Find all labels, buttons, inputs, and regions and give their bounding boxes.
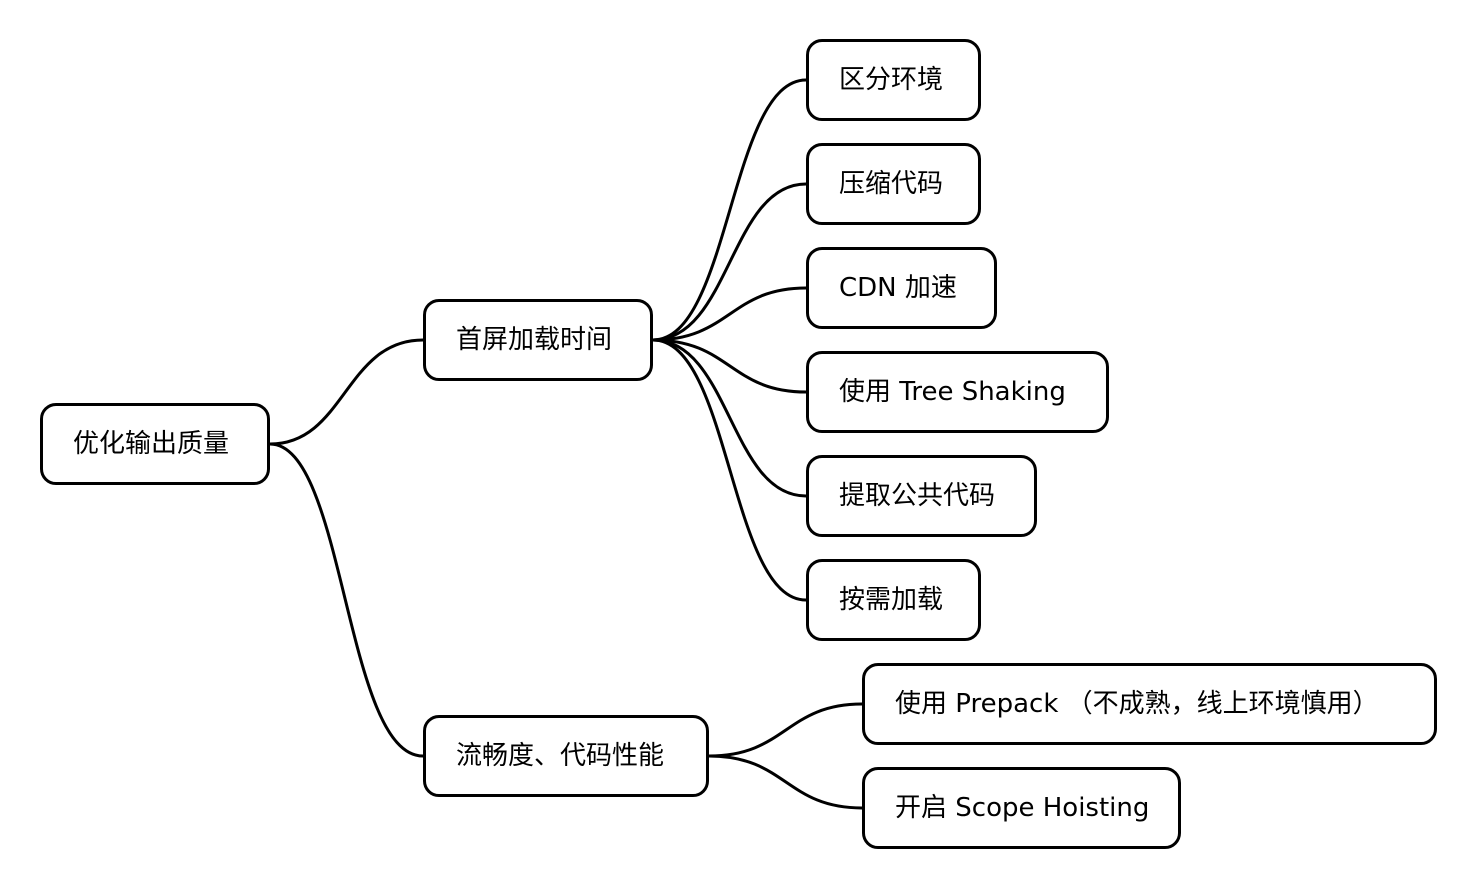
connector-b1-l1 — [652, 78, 807, 342]
leaf-node-compress-code[interactable]: 压缩代码 — [806, 143, 981, 225]
connector-b1-l6 — [652, 338, 807, 602]
leaf-node-scope-hoisting[interactable]: 开启 Scope Hoisting — [862, 767, 1181, 849]
branch-node-first-screen-load[interactable]: 首屏加载时间 — [423, 299, 653, 381]
leaf-node-prepack[interactable]: 使用 Prepack （不成熟，线上环境慎用） — [862, 663, 1437, 745]
branch-node-smoothness-performance[interactable]: 流畅度、代码性能 — [423, 715, 709, 797]
leaf-node-load-on-demand[interactable]: 按需加载 — [806, 559, 981, 641]
mindmap-canvas: 优化输出质量 首屏加载时间 流畅度、代码性能 区分环境 压缩代码 CDN 加速 … — [0, 0, 1476, 888]
leaf-node-extract-common-code[interactable]: 提取公共代码 — [806, 455, 1037, 537]
connector-b2-l7 — [708, 702, 863, 758]
root-node[interactable]: 优化输出质量 — [40, 403, 270, 485]
leaf-node-cdn-acceleration[interactable]: CDN 加速 — [806, 247, 997, 329]
connector-b2-l8 — [708, 754, 863, 810]
leaf-node-tree-shaking[interactable]: 使用 Tree Shaking — [806, 351, 1109, 433]
connector-root-b2 — [269, 442, 424, 758]
connector-root-b1 — [269, 338, 424, 446]
leaf-node-distinguish-env[interactable]: 区分环境 — [806, 39, 981, 121]
